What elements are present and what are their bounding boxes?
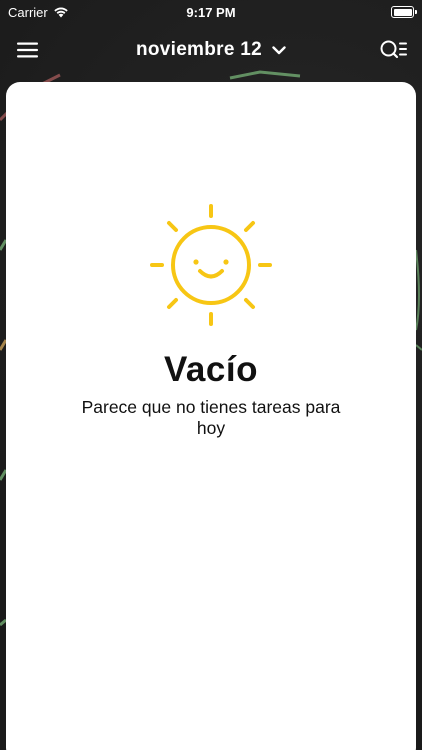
search-list-icon (380, 40, 407, 59)
smiling-sun-icon (150, 204, 272, 326)
carrier-label: Carrier (8, 4, 48, 20)
status-bar: Carrier 9:17 PM (0, 0, 422, 24)
wifi-icon (54, 7, 68, 18)
menu-button[interactable] (12, 34, 44, 66)
hamburger-menu-icon (17, 42, 38, 58)
battery-level (393, 8, 412, 16)
navigation-bar: noviembre 12 (0, 30, 422, 70)
chevron-down-icon (272, 45, 286, 54)
empty-state-message: Parece que no tienes tareas para hoy (81, 397, 341, 438)
date-selector[interactable]: noviembre 12 (136, 39, 286, 61)
carrier-group: Carrier (8, 5, 128, 20)
tasks-card: Vacío Parece que no tienes tareas para h… (6, 82, 416, 750)
search-button[interactable] (378, 34, 410, 66)
battery-icon (391, 6, 417, 18)
empty-state-title: Vacío (164, 350, 258, 389)
date-label: noviembre 12 (135, 39, 263, 60)
